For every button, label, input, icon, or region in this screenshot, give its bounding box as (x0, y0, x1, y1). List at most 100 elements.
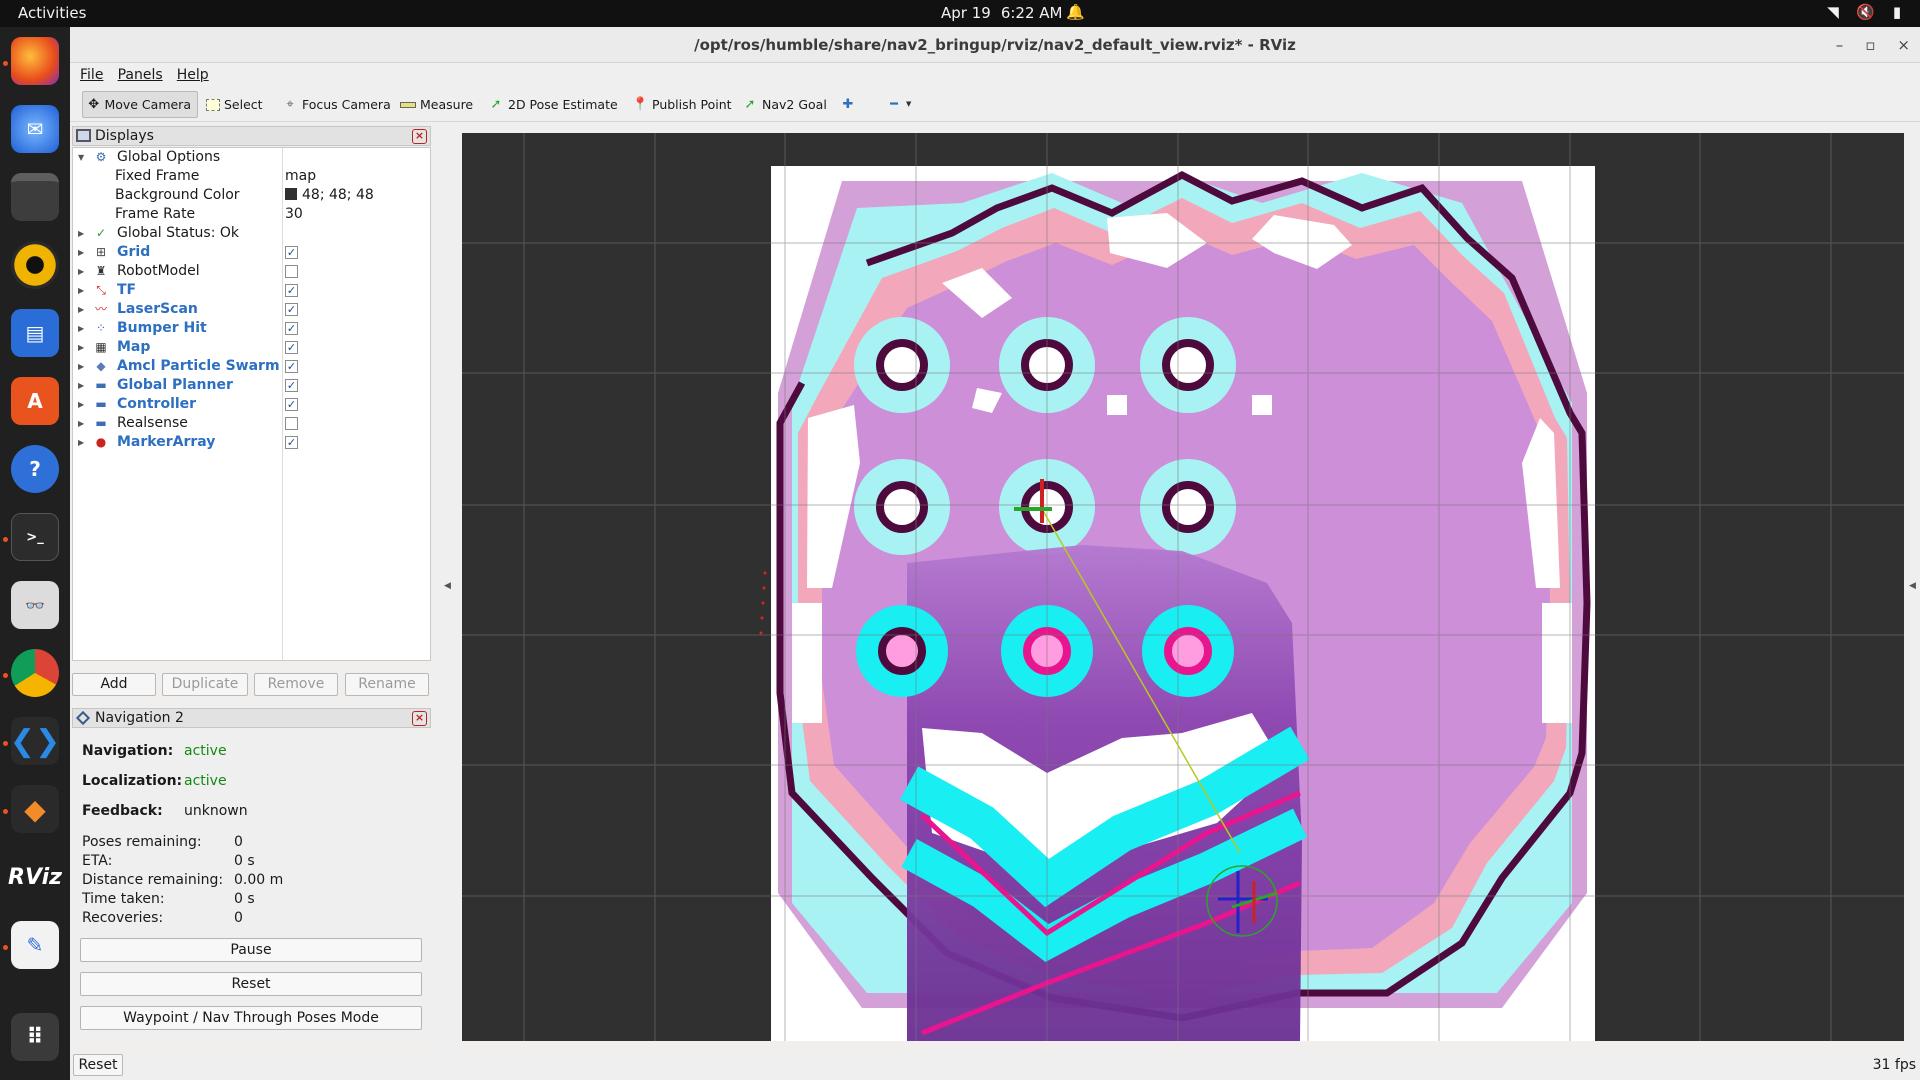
expand-arrow-icon[interactable]: ▶ (78, 319, 88, 338)
thunderbird-icon[interactable]: ✉ (11, 105, 59, 153)
frame-rate-value[interactable]: 30 (285, 205, 303, 224)
rviz-icon[interactable]: RViz (8, 853, 62, 901)
app-center-icon[interactable]: A (11, 377, 59, 425)
tree-row-map[interactable]: ▶ ▦ Map ✓ (73, 338, 430, 357)
tree-row-global-status[interactable]: ▶ ✓ Global Status: Ok (73, 224, 430, 243)
reset-view-button[interactable]: Reset (73, 1054, 123, 1076)
menu-help[interactable]: Help (177, 63, 209, 87)
display-enabled-checkbox[interactable]: ✓ (285, 379, 298, 392)
display-label: Amcl Particle Swarm (117, 358, 280, 374)
expand-arrow-icon[interactable]: ▶ (78, 300, 88, 319)
nav2-goal-tool[interactable]: ➚ Nav2 Goal (738, 91, 833, 118)
document-viewer-icon[interactable]: 👓 (11, 581, 59, 629)
pause-button[interactable]: Pause (80, 938, 422, 962)
expand-arrow-icon[interactable]: ▶ (78, 433, 88, 452)
displays-panel-header[interactable]: Displays × (72, 126, 431, 146)
tree-row-background-color[interactable]: Background Color 48; 48; 48 (73, 186, 430, 205)
expand-arrow-icon[interactable]: ▶ (78, 281, 88, 300)
tree-row-global-options[interactable]: ▼ ⚙ Global Options (73, 148, 430, 167)
close-displays-panel-button[interactable]: × (412, 129, 427, 144)
map-pin-icon: 📍 (632, 96, 649, 112)
focus-camera-tool[interactable]: ⌖ Focus Camera (278, 91, 397, 118)
tree-row-global-planner[interactable]: ▶ ▬ Global Planner ✓ (73, 376, 430, 395)
collapse-left-arrow-icon[interactable]: ◀ (444, 581, 451, 591)
display-enabled-checkbox[interactable] (285, 417, 298, 430)
left-dock-splitter[interactable]: ◀ (436, 126, 458, 1046)
time-taken-value: 0 s (234, 891, 255, 907)
tree-row-controller[interactable]: ▶ ▬ Controller ✓ (73, 395, 430, 414)
remove-tool-button[interactable]: ━ ▼ (882, 91, 917, 118)
firefox-icon[interactable] (11, 37, 59, 85)
publish-point-tool[interactable]: 📍 Publish Point (628, 91, 738, 118)
pose-estimate-tool[interactable]: ➚ 2D Pose Estimate (484, 91, 624, 118)
tree-row-grid[interactable]: ▶ ⊞ Grid ✓ (73, 243, 430, 262)
add-tool-button[interactable]: ✚ (836, 91, 862, 118)
move-camera-tool[interactable]: ✥ Move Camera (82, 91, 198, 118)
maximize-button[interactable]: ▫ (1865, 27, 1875, 63)
display-enabled-checkbox[interactable] (285, 265, 298, 278)
remove-display-button[interactable]: Remove (254, 673, 338, 696)
pillar-row-1 (854, 317, 1236, 413)
tree-row-markerarray[interactable]: ▶ ● MarkerArray ✓ (73, 433, 430, 452)
rename-display-button[interactable]: Rename (345, 673, 429, 696)
collapse-arrow-icon[interactable]: ▼ (78, 148, 88, 167)
display-enabled-checkbox[interactable]: ✓ (285, 246, 298, 259)
help-icon[interactable]: ? (11, 445, 59, 493)
display-enabled-checkbox[interactable]: ✓ (285, 303, 298, 316)
expand-arrow-icon[interactable]: ▶ (78, 357, 88, 376)
display-enabled-checkbox[interactable]: ✓ (285, 360, 298, 373)
close-navigation-panel-button[interactable]: × (412, 711, 427, 726)
terminal-icon[interactable]: >_ (11, 513, 59, 561)
folder-icon: ▬ (95, 416, 107, 430)
vscode-icon[interactable]: ❮❯ (10, 717, 60, 765)
tree-row-bumper-hit[interactable]: ▶ ⁘ Bumper Hit ✓ (73, 319, 430, 338)
add-display-button[interactable]: Add (72, 673, 156, 696)
collapse-right-arrow-icon[interactable]: ◀ (1909, 581, 1916, 591)
background-color-value[interactable]: 48; 48; 48 (285, 186, 374, 205)
display-enabled-checkbox[interactable]: ✓ (285, 284, 298, 297)
displays-tree[interactable]: ▼ ⚙ Global Options Fixed Frame map Backg… (72, 147, 431, 661)
rhythmbox-icon[interactable] (11, 241, 59, 289)
minimize-button[interactable]: – (1836, 27, 1844, 63)
tree-row-robotmodel[interactable]: ▶ ♜ RobotModel (73, 262, 430, 281)
display-enabled-checkbox[interactable]: ✓ (285, 322, 298, 335)
waypoint-mode-button[interactable]: Waypoint / Nav Through Poses Mode (80, 1006, 422, 1030)
tree-row-laserscan[interactable]: ▶ 〰 LaserScan ✓ (73, 300, 430, 319)
display-enabled-checkbox[interactable]: ✓ (285, 341, 298, 354)
navigation-panel-header[interactable]: Navigation 2 × (72, 708, 431, 728)
close-window-button[interactable]: × (1897, 27, 1910, 63)
menu-panels[interactable]: Panels (118, 63, 163, 87)
window-title-bar[interactable]: /opt/ros/humble/share/nav2_bringup/rviz/… (70, 27, 1920, 63)
sublime-icon[interactable]: ◆ (11, 785, 59, 833)
expand-arrow-icon[interactable]: ▶ (78, 376, 88, 395)
3d-render-view[interactable] (462, 133, 1904, 1041)
menu-file[interactable]: File (80, 63, 103, 87)
tree-row-realsense[interactable]: ▶ ▬ Realsense (73, 414, 430, 433)
writer-icon[interactable]: ▤ (11, 309, 59, 357)
fixed-frame-value[interactable]: map (285, 167, 316, 186)
files-icon[interactable] (11, 173, 59, 221)
text-editor-icon[interactable]: ✎ (11, 921, 59, 969)
expand-arrow-icon[interactable]: ▶ (78, 243, 88, 262)
tree-row-tf[interactable]: ▶ ⤡ TF ✓ (73, 281, 430, 300)
show-apps-icon[interactable]: ⠿ (11, 1013, 59, 1061)
expand-arrow-icon[interactable]: ▶ (78, 262, 88, 281)
duplicate-display-button[interactable]: Duplicate (162, 673, 248, 696)
reset-navigation-button[interactable]: Reset (80, 972, 422, 996)
expand-arrow-icon[interactable]: ▶ (78, 395, 88, 414)
display-enabled-checkbox[interactable]: ✓ (285, 398, 298, 411)
expand-arrow-icon[interactable]: ▶ (78, 414, 88, 433)
tree-row-amcl-particle-swarm[interactable]: ▶ ◆ Amcl Particle Swarm ✓ (73, 357, 430, 376)
activities-button[interactable]: Activities (18, 4, 86, 22)
chrome-icon[interactable] (11, 649, 59, 697)
measure-tool[interactable]: Measure (396, 91, 479, 118)
tree-row-frame-rate[interactable]: Frame Rate 30 (73, 205, 430, 224)
expand-arrow-icon[interactable]: ▶ (78, 338, 88, 357)
display-enabled-checkbox[interactable]: ✓ (285, 436, 298, 449)
clock[interactable]: Apr 19 6:22 AM (941, 4, 1072, 22)
select-tool[interactable]: Select (202, 91, 269, 118)
tree-row-fixed-frame[interactable]: Fixed Frame map (73, 167, 430, 186)
right-dock-splitter[interactable]: ◀ (1906, 126, 1920, 1046)
system-status-area[interactable]: ◥ 🔇 ▮ (1824, 3, 1906, 21)
expand-arrow-icon[interactable]: ▶ (78, 224, 88, 243)
